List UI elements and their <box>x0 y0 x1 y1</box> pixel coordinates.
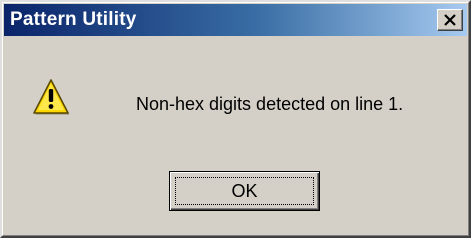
close-icon <box>444 14 456 26</box>
ok-button-label: OK <box>231 180 258 201</box>
title-bar[interactable]: Pattern Utility <box>4 4 467 36</box>
warning-icon <box>33 79 70 115</box>
window-title: Pattern Utility <box>10 9 137 30</box>
ok-button[interactable]: OK <box>169 171 320 211</box>
dialog-message: Non-hex digits detected on line 1. <box>136 94 404 114</box>
dialog-window: Pattern Utility Non-hex digits detected … <box>0 0 471 238</box>
close-button[interactable] <box>437 9 463 31</box>
